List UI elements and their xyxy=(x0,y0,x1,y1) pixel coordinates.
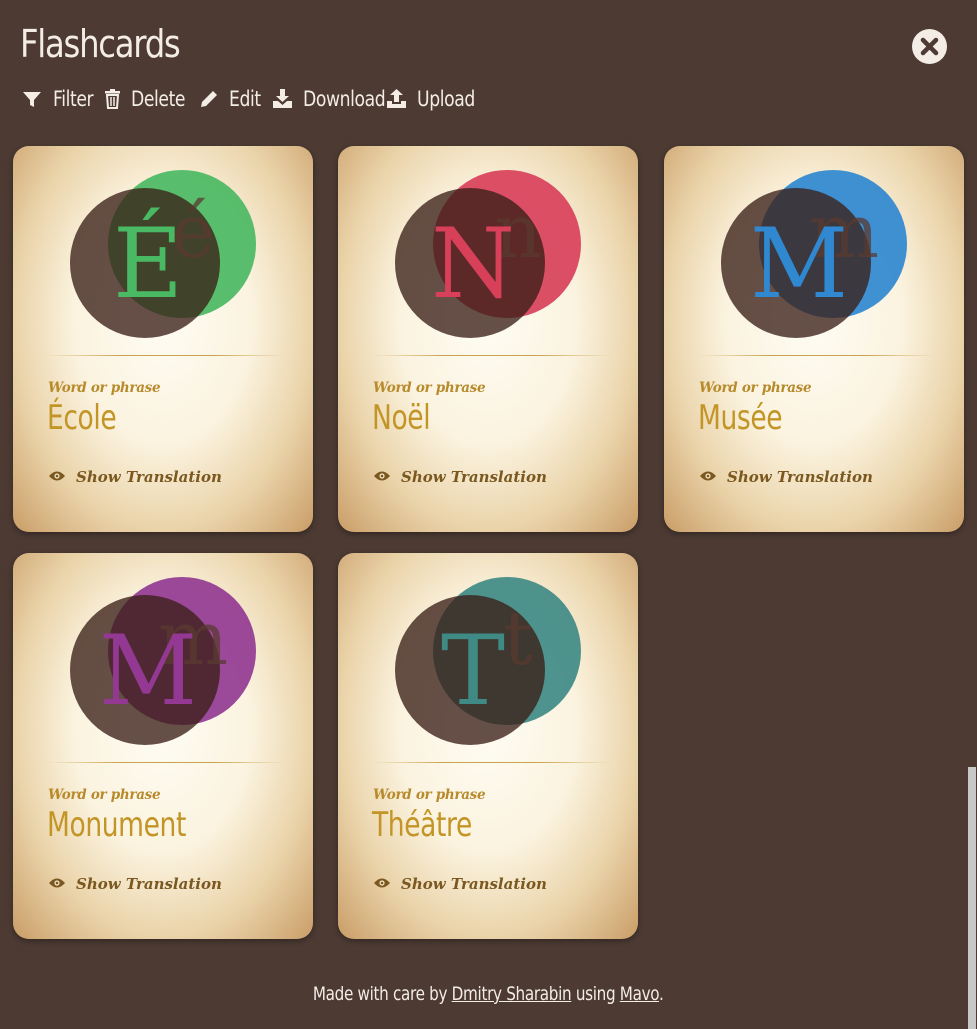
card-monogram: n N xyxy=(393,169,583,341)
upload-icon xyxy=(386,88,408,110)
big-letter: M xyxy=(750,208,848,320)
card-caption: Word or phrase xyxy=(48,380,161,396)
show-translation-button[interactable]: Show Translation xyxy=(699,468,873,486)
app-title: Flashcards xyxy=(20,22,181,66)
show-translation-label: Show Translation xyxy=(76,875,222,893)
card-divider xyxy=(698,355,936,356)
filter-label: Filter xyxy=(53,87,94,111)
mavo-link[interactable]: Mavo xyxy=(620,983,660,1005)
card-monogram: m M xyxy=(719,169,909,341)
eye-icon xyxy=(48,875,66,893)
card-monogram: é É xyxy=(68,169,258,341)
card-divider xyxy=(47,355,285,356)
author-link[interactable]: Dmitry Sharabin xyxy=(452,983,572,1005)
upload-button[interactable]: Upload xyxy=(386,82,488,116)
show-translation-button[interactable]: Show Translation xyxy=(373,875,547,893)
card-caption: Word or phrase xyxy=(699,380,812,396)
footer-suffix: . xyxy=(659,983,664,1005)
close-button[interactable] xyxy=(912,29,947,64)
upload-label: Upload xyxy=(417,87,475,111)
big-letter: T xyxy=(441,615,505,727)
card-word: Musée xyxy=(698,398,783,438)
show-translation-label: Show Translation xyxy=(727,468,873,486)
eye-icon xyxy=(699,468,717,486)
flashcard[interactable]: m M Word or phrase Monument Show Transla… xyxy=(13,553,313,939)
card-caption: Word or phrase xyxy=(373,380,486,396)
show-translation-label: Show Translation xyxy=(401,875,547,893)
footer-prefix: Made with care by xyxy=(313,983,448,1005)
edit-button[interactable]: Edit xyxy=(198,82,268,116)
show-translation-button[interactable]: Show Translation xyxy=(48,468,222,486)
footer: Made with care by Dmitry Sharabin using … xyxy=(0,959,977,1029)
trash-icon xyxy=(104,88,122,110)
edit-label: Edit xyxy=(229,87,261,111)
big-letter: N xyxy=(431,208,515,320)
flashcard[interactable]: t T Word or phrase Théâtre Show Translat… xyxy=(338,553,638,939)
delete-label: Delete xyxy=(131,87,186,111)
card-word: Noël xyxy=(372,398,431,438)
show-translation-label: Show Translation xyxy=(401,468,547,486)
footer-middle: using xyxy=(576,983,616,1005)
delete-button[interactable]: Delete xyxy=(104,82,197,116)
card-grid: é É Word or phrase École Show Translatio… xyxy=(0,125,977,959)
card-monogram: m M xyxy=(68,576,258,748)
big-letter: É xyxy=(113,208,183,320)
card-caption: Word or phrase xyxy=(373,787,486,803)
show-translation-button[interactable]: Show Translation xyxy=(373,468,547,486)
small-letter: t xyxy=(503,596,533,682)
card-divider xyxy=(47,762,285,763)
filter-button[interactable]: Filter xyxy=(22,82,102,116)
card-divider xyxy=(372,355,610,356)
pencil-icon xyxy=(198,88,220,110)
scrollbar[interactable] xyxy=(968,767,976,1029)
filter-icon xyxy=(22,88,44,110)
flashcard[interactable]: m M Word or phrase Musée Show Translatio… xyxy=(664,146,964,532)
card-divider xyxy=(372,762,610,763)
app-header: Flashcards Filter Delete Edit Download U… xyxy=(0,0,977,125)
card-word: Théâtre xyxy=(372,805,472,845)
show-translation-label: Show Translation xyxy=(76,468,222,486)
big-letter: M xyxy=(99,615,197,727)
card-word: École xyxy=(47,398,117,438)
download-label: Download xyxy=(303,87,386,111)
download-icon xyxy=(272,88,294,110)
card-word: Monument xyxy=(47,805,186,845)
eye-icon xyxy=(48,468,66,486)
flashcard[interactable]: n N Word or phrase Noël Show Translation xyxy=(338,146,638,532)
flashcard[interactable]: é É Word or phrase École Show Translatio… xyxy=(13,146,313,532)
footer-text: Made with care by Dmitry Sharabin using … xyxy=(313,959,664,1029)
card-caption: Word or phrase xyxy=(48,787,161,803)
eye-icon xyxy=(373,468,391,486)
card-monogram: t T xyxy=(393,576,583,748)
eye-icon xyxy=(373,875,391,893)
show-translation-button[interactable]: Show Translation xyxy=(48,875,222,893)
download-button[interactable]: Download xyxy=(272,82,403,116)
